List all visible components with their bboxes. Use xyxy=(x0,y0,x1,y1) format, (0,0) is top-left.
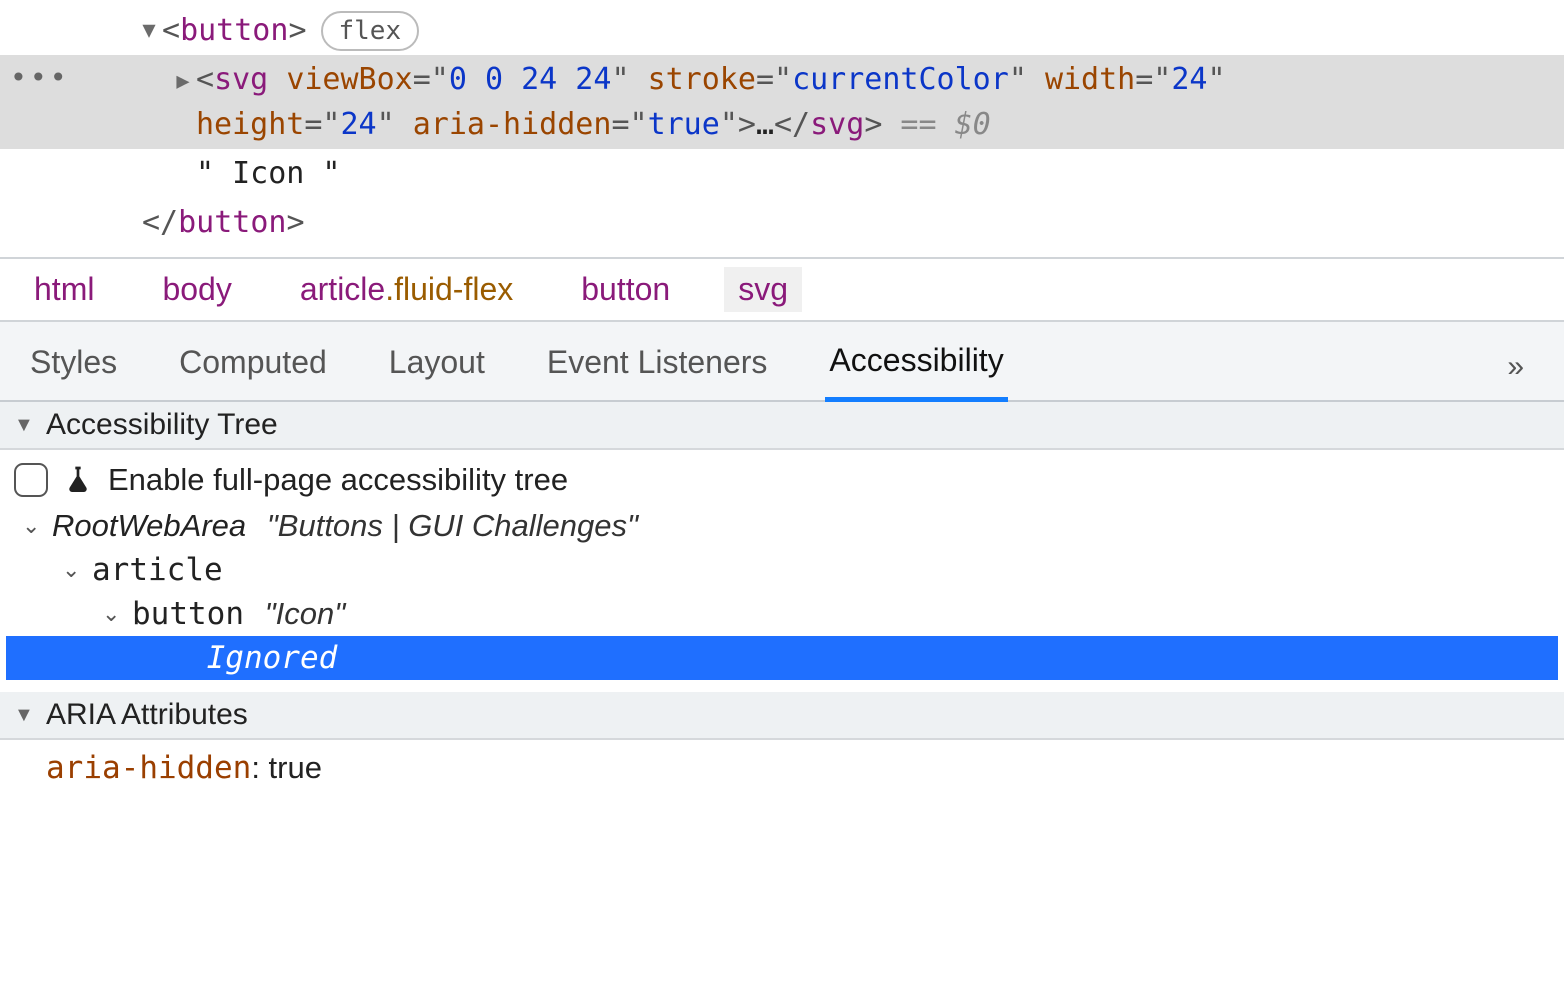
tab-layout[interactable]: Layout xyxy=(385,336,489,399)
flex-badge[interactable]: flex xyxy=(321,11,420,51)
crumb-html[interactable]: html xyxy=(20,267,108,312)
caret-down-icon: ⌄ xyxy=(22,513,46,539)
aria-attr-name: aria-hidden xyxy=(46,750,251,786)
expand-toggle-icon[interactable]: ▶ xyxy=(170,65,196,98)
row-gutter-ellipsis[interactable]: ••• xyxy=(10,57,78,99)
caret-down-icon: ⌄ xyxy=(62,557,86,583)
crumb-body[interactable]: body xyxy=(148,267,245,312)
tree-article[interactable]: ⌄ article xyxy=(6,548,1558,592)
selection-marker: == $0 xyxy=(882,107,990,142)
accessibility-panel: ▼ Accessibility Tree Enable full-page ac… xyxy=(0,402,1564,804)
tree-root[interactable]: ⌄ RootWebArea "Buttons | GUI Challenges" xyxy=(6,504,1558,548)
tabs-overflow-icon[interactable]: » xyxy=(1507,350,1538,384)
tab-computed[interactable]: Computed xyxy=(175,336,331,399)
ellipsis-icon: ••• xyxy=(10,61,70,94)
section-aria-attributes[interactable]: ▼ ARIA Attributes xyxy=(0,692,1564,740)
section-title: ARIA Attributes xyxy=(46,698,248,732)
breadcrumb: html body article.fluid-flex button svg xyxy=(0,257,1564,322)
section-accessibility-tree[interactable]: ▼ Accessibility Tree xyxy=(0,402,1564,450)
tree-ignored-selected[interactable]: Ignored xyxy=(6,636,1558,680)
aria-attr-row: aria-hidden: true xyxy=(0,740,1564,804)
dom-row-text-node[interactable]: " Icon " xyxy=(0,149,1564,198)
tab-event-listeners[interactable]: Event Listeners xyxy=(543,336,772,399)
elements-dom-tree: ▼ <button> flex ••• ▶ <svg viewBox="0 0 … xyxy=(0,0,1564,257)
enable-full-page-tree-row[interactable]: Enable full-page accessibility tree xyxy=(6,456,1558,504)
crumb-article[interactable]: article.fluid-flex xyxy=(286,267,527,312)
section-title: Accessibility Tree xyxy=(46,408,278,442)
caret-down-icon: ▼ xyxy=(14,414,36,437)
svg-source: <svg viewBox="0 0 24 24" stroke="current… xyxy=(196,57,1226,147)
crumb-button[interactable]: button xyxy=(567,267,684,312)
tab-accessibility[interactable]: Accessibility xyxy=(825,334,1007,402)
caret-down-icon: ⌄ xyxy=(102,601,126,627)
tree-button[interactable]: ⌄ button "Icon" xyxy=(6,592,1558,636)
text-node: " Icon " xyxy=(196,151,341,196)
crumb-svg[interactable]: svg xyxy=(724,267,802,312)
dom-row-svg-selected[interactable]: ••• ▶ <svg viewBox="0 0 24 24" stroke="c… xyxy=(0,55,1564,149)
tab-styles[interactable]: Styles xyxy=(26,336,121,399)
aria-attr-value: true xyxy=(269,750,322,785)
enable-label: Enable full-page accessibility tree xyxy=(108,462,568,498)
expand-toggle-icon[interactable]: ▼ xyxy=(136,14,162,47)
dom-row-button-open[interactable]: ▼ <button> flex xyxy=(0,6,1564,55)
subpanel-tabs: Styles Computed Layout Event Listeners A… xyxy=(0,322,1564,402)
caret-down-icon: ▼ xyxy=(14,704,36,727)
dom-row-button-close[interactable]: </button> xyxy=(0,198,1564,247)
tag-button: button xyxy=(180,8,288,53)
flask-icon xyxy=(62,464,94,496)
checkbox-empty[interactable] xyxy=(14,463,48,497)
